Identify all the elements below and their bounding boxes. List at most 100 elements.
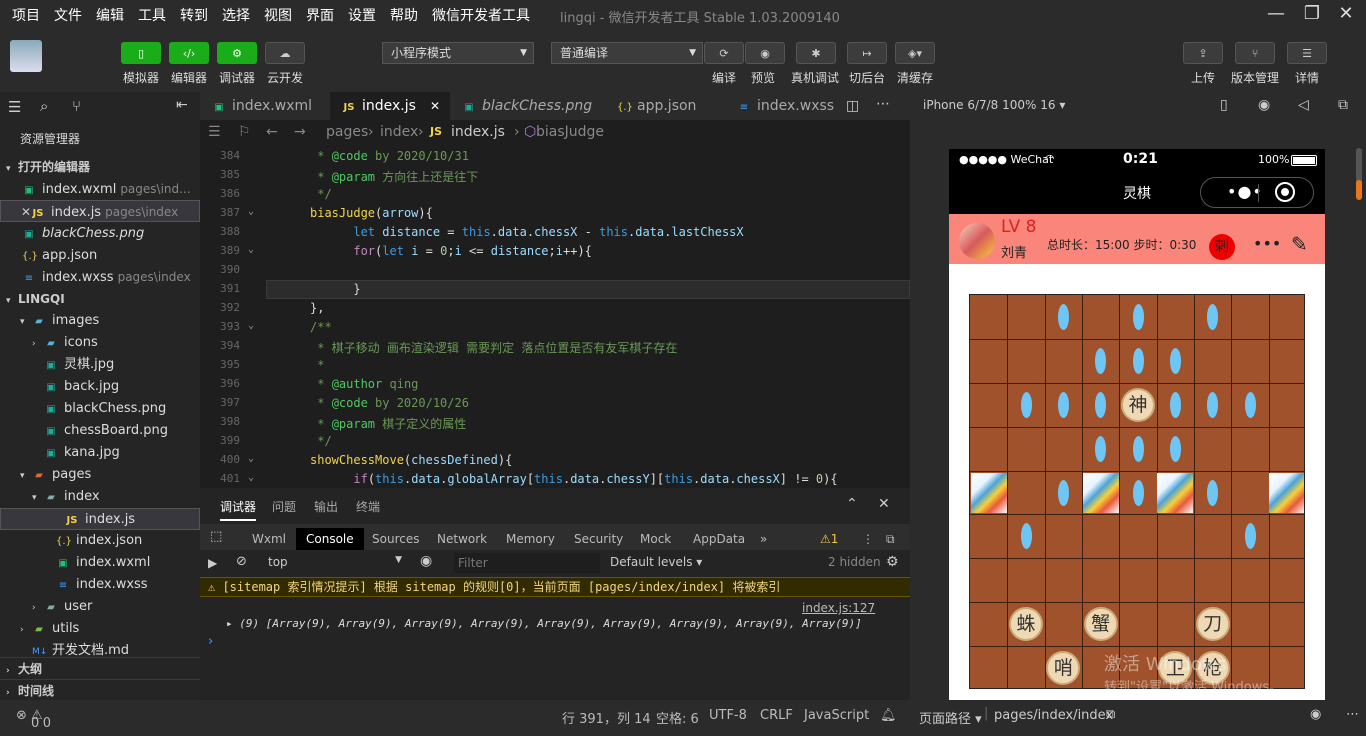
tab-debugger[interactable]: 调试器 [220,498,257,521]
move-hint[interactable] [1132,479,1144,506]
device-select[interactable]: iPhone 6/7/8 100% 16 ▾ [923,98,1065,112]
file-tree-item[interactable]: {.} index.json [0,530,200,552]
compile-button[interactable]: ⟳ [704,42,744,64]
clear-cache-button[interactable]: ◈▾ [895,42,935,64]
chess-card[interactable] [1157,472,1194,513]
simulator-button[interactable]: ▯ [121,42,161,64]
tab-output[interactable]: 输出 [314,498,338,515]
fold-chevron-icon[interactable]: ⌄ [248,453,254,464]
phone-icon[interactable]: ▯ [1220,97,1228,113]
file-tree-item[interactable]: ▣ index.wxml [0,552,200,574]
fold-chevron-icon[interactable]: ⌄ [248,472,254,483]
code-line[interactable]: } [310,282,360,296]
open-editor-item[interactable]: ▣ index.wxml pages\ind... [0,178,200,200]
move-hint[interactable] [1132,347,1144,374]
avatar[interactable] [959,223,995,259]
language-status[interactable]: JavaScript [804,708,869,723]
open-editor-item[interactable]: ≡ index.wxss pages\index [0,266,200,288]
debugger-button[interactable]: ⚙ [217,42,257,64]
tab-wxml[interactable]: ▣ index.wxml [200,92,330,120]
menu-item[interactable]: 界面 [306,5,334,25]
scrollbar-thumb[interactable] [1356,180,1362,200]
details-button[interactable]: ☰ [1287,42,1327,64]
code-line[interactable]: }, [310,301,324,315]
code-line[interactable]: * 棋子移动 画布渲染逻辑 需要判定 落点位置是否有友军棋子存在 [310,339,677,356]
filter-input[interactable]: Filter [454,553,600,573]
gear-icon[interactable]: ⚙ [886,554,899,570]
chess-card[interactable] [1082,472,1119,513]
code-line[interactable]: if(this.data.globalArray[this.data.chess… [310,472,837,486]
chess-piece[interactable]: 神 [1121,387,1155,422]
open-editor-item[interactable]: ▣ blackChess.png [0,222,200,244]
timeline-header[interactable]: › 时间线 [0,679,200,701]
code-editor[interactable]: 384 * @code by 2020/10/31 385 * @param 方向… [200,144,910,488]
move-hint[interactable] [1057,479,1069,506]
move-hint[interactable] [1169,435,1181,462]
eye-icon[interactable]: ◉ [1310,707,1321,722]
forward-arrow-icon[interactable]: → [294,120,306,144]
move-hint[interactable] [1095,391,1107,418]
file-tree-item[interactable]: › ▰ utils [0,618,200,640]
menu-item[interactable]: 文件 [54,5,82,25]
more-tabs-icon[interactable]: » [760,528,767,550]
tab-memory[interactable]: Memory [506,528,555,550]
cursor-position[interactable]: 行 391，列 14 [562,708,651,727]
close-panel-icon[interactable]: ✕ [878,496,890,512]
role-badge[interactable]: 刺 [1209,234,1235,260]
move-hint[interactable] [1169,391,1181,418]
maximize-icon[interactable]: ❐ [1302,4,1322,24]
move-hint[interactable] [1057,303,1069,330]
code-line[interactable]: /** [310,320,332,334]
menu-item[interactable]: 工具 [138,5,166,25]
move-hint[interactable] [1132,435,1144,462]
file-tree-item[interactable]: ≡ index.wxss [0,574,200,596]
open-editor-item[interactable]: ✕ JS index.js pages\index [0,200,200,222]
code-line[interactable]: showChessMove(chessDefined){ [310,453,512,467]
chess-card[interactable] [970,472,1007,513]
breadcrumb-item[interactable]: index [380,120,418,144]
breadcrumb-item[interactable]: pages [326,120,368,144]
open-editors-header[interactable]: ▾ 打开的编辑器 [0,156,200,178]
code-line[interactable]: */ [310,434,331,448]
undock-icon[interactable]: ⧉ [886,528,895,550]
close-icon[interactable]: ✕ [21,201,31,221]
chess-board[interactable]: 神蛛蟹刀哨卫枪 [969,294,1305,689]
file-tree-item[interactable]: ▾ ▰ pages [0,464,200,486]
console-prompt[interactable]: › [208,634,213,649]
preview-button[interactable]: ◉ [745,42,785,64]
menu-item[interactable]: 项目 [12,5,40,25]
sidebar-toggle-icon[interactable]: ▶ [208,556,217,570]
move-hint[interactable] [1132,303,1144,330]
bookmark-icon[interactable]: ⚐ [238,120,251,144]
fold-chevron-icon[interactable]: ⌄ [248,320,254,331]
file-tree-item[interactable]: ▾ ▰ images [0,310,200,332]
edit-icon[interactable]: ✎ [1291,232,1308,256]
copy-icon[interactable]: ⧉ [1106,707,1115,722]
list-icon[interactable]: ☰ [208,120,221,144]
code-line[interactable]: * @code by 2020/10/31 [310,149,469,163]
eye-icon[interactable]: ◉ [420,553,432,569]
inspect-icon[interactable]: ⬚ [210,529,222,544]
open-editor-item[interactable]: {.} app.json [0,244,200,266]
close-icon[interactable]: ✕ [430,92,440,120]
chess-piece[interactable]: 蛛 [1009,607,1043,642]
move-hint[interactable] [1244,391,1256,418]
indent-status[interactable]: 空格: 6 [656,708,699,727]
code-line[interactable]: * @param 方向往上还是往下 [310,168,478,185]
close-icon[interactable]: ✕ [1336,4,1356,24]
tab-json[interactable]: {.} app.json [605,92,725,120]
file-tree-item[interactable]: JS index.js [0,508,200,530]
record-icon[interactable]: ◉ [1258,97,1270,113]
menu-item[interactable]: 微信开发者工具 [432,5,530,25]
chevron-up-icon[interactable]: ⌃ [846,496,858,512]
code-line[interactable]: * @code by 2020/10/26 [310,396,469,410]
code-line[interactable]: * @author qing [310,377,418,391]
file-tree-item[interactable]: ▣ chessBoard.png [0,420,200,442]
tab-appdata[interactable]: AppData [693,528,745,550]
more-icon[interactable]: ⋯ [876,96,890,112]
chess-piece[interactable]: 蟹 [1083,607,1118,642]
menu-item[interactable]: 设置 [348,5,376,25]
mode-select[interactable]: 小程序模式 ▼ [382,42,534,64]
move-hint[interactable] [1207,391,1219,418]
code-line[interactable]: for(let i = 0;i <= distance;i++){ [310,244,592,258]
